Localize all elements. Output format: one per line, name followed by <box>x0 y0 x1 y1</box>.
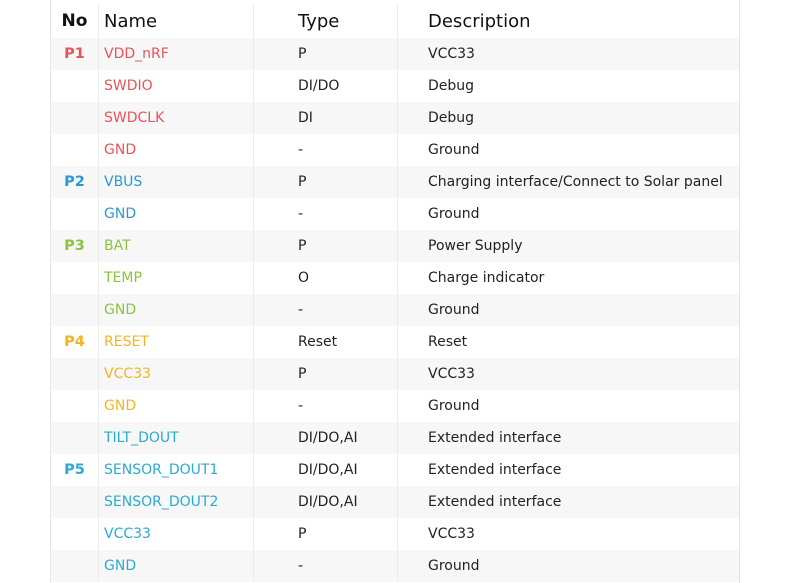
pin-group-label <box>51 198 99 230</box>
pin-group-label: P4 <box>51 326 99 358</box>
table-row: P5 SENSOR_DOUT1 DI/DO,AI Extended interface <box>51 454 739 486</box>
table-row: VCC33 P VCC33 <box>51 358 739 390</box>
pin-name: GND <box>99 390 254 422</box>
table-row: SENSOR_DOUT2 DI/DO,AI Extended interface <box>51 486 739 518</box>
pin-type: DI/DO <box>254 70 398 102</box>
pin-group-label <box>51 134 99 166</box>
table-row: VCC33 P VCC33 <box>51 518 739 550</box>
pin-type: P <box>254 358 398 390</box>
pin-type: - <box>254 134 398 166</box>
header-name: Name <box>99 4 254 38</box>
table-row: P3 BAT P Power Supply <box>51 230 739 262</box>
pin-name: VCC33 <box>99 358 254 390</box>
table-row: GND - Ground <box>51 294 739 326</box>
table-row: GND - Ground <box>51 198 739 230</box>
table-row: GND - Ground <box>51 134 739 166</box>
pin-type: P <box>254 38 398 70</box>
pin-name: GND <box>99 134 254 166</box>
pin-group-label <box>51 70 99 102</box>
pin-type: - <box>254 550 398 582</box>
pin-description: Debug <box>428 78 475 94</box>
pin-group-label <box>51 518 99 550</box>
pin-group-label <box>51 294 99 326</box>
table-header: No Name Type Description <box>51 0 739 38</box>
pin-group-label <box>51 486 99 518</box>
pin-name: VDD_nRF <box>99 38 254 70</box>
pin-description: Ground <box>428 398 480 414</box>
pin-type: DI/DO,AI <box>254 454 398 486</box>
pin-description: Reset <box>428 334 468 350</box>
pin-description: Extended interface <box>428 430 562 446</box>
pin-type: - <box>254 198 398 230</box>
pin-name: SENSOR_DOUT1 <box>99 454 254 486</box>
table-row: GND - Ground <box>51 550 739 582</box>
pin-group-label: P5 <box>51 454 99 486</box>
pin-description: Extended interface <box>428 494 562 510</box>
header-no: No <box>51 4 99 38</box>
pin-name: SWDIO <box>99 70 254 102</box>
pin-name: GND <box>99 294 254 326</box>
pin-type: Reset <box>254 326 398 358</box>
table-row: SWDIO DI/DO Debug <box>51 70 739 102</box>
header-description: Description <box>428 10 531 32</box>
pin-name: VBUS <box>99 166 254 198</box>
pin-name: RESET <box>99 326 254 358</box>
pin-type: DI/DO,AI <box>254 486 398 518</box>
pin-group-label: P2 <box>51 166 99 198</box>
pin-description: Ground <box>428 142 480 158</box>
table-row: GND - Ground <box>51 390 739 422</box>
pin-group-label: P1 <box>51 38 99 70</box>
header-type: Type <box>254 4 398 38</box>
pin-group-label <box>51 358 99 390</box>
pin-description: Charging interface/Connect to Solar pane… <box>428 174 723 190</box>
pin-name: GND <box>99 550 254 582</box>
pin-name: TILT_DOUT <box>99 422 254 454</box>
pin-group-label <box>51 550 99 582</box>
pin-description: VCC33 <box>428 526 475 542</box>
table-row: SWDCLK DI Debug <box>51 102 739 134</box>
pin-name: SENSOR_DOUT2 <box>99 486 254 518</box>
pin-group-label <box>51 262 99 294</box>
table-row: TILT_DOUT DI/DO,AI Extended interface <box>51 422 739 454</box>
pin-description: Charge indicator <box>428 270 545 286</box>
table-row: TEMP O Charge indicator <box>51 262 739 294</box>
pin-description: VCC33 <box>428 46 475 62</box>
pin-description: Debug <box>428 110 475 126</box>
pin-name: GND <box>99 198 254 230</box>
pin-type: DI/DO,AI <box>254 422 398 454</box>
pin-group-label: P3 <box>51 230 99 262</box>
pin-description: Ground <box>428 302 480 318</box>
pin-type: - <box>254 390 398 422</box>
pin-type: - <box>254 294 398 326</box>
pin-description: Ground <box>428 558 480 574</box>
pin-type: P <box>254 518 398 550</box>
pin-table: No Name Type Description P1 VDD_nRF P VCC33… <box>50 0 740 583</box>
pin-description: Ground <box>428 206 480 222</box>
pin-name: BAT <box>99 230 254 262</box>
pin-description: Extended interface <box>428 462 562 478</box>
pin-group-label <box>51 102 99 134</box>
pin-group-label <box>51 390 99 422</box>
pin-description: VCC33 <box>428 366 475 382</box>
pin-description: Power Supply <box>428 238 523 254</box>
pin-type: DI <box>254 102 398 134</box>
pin-type: P <box>254 166 398 198</box>
table-row: P2 VBUS P Charging interface/Connect to Sol… <box>51 166 739 198</box>
table-body: P1 VDD_nRF P VCC33 SWDIO DI/DO Debug SWDCLK DI De… <box>51 38 739 582</box>
pin-name: TEMP <box>99 262 254 294</box>
pin-type: P <box>254 230 398 262</box>
pin-name: VCC33 <box>99 518 254 550</box>
pin-name: SWDCLK <box>99 102 254 134</box>
table-row: P1 VDD_nRF P VCC33 <box>51 38 739 70</box>
pin-group-label <box>51 422 99 454</box>
table-row: P4 RESET Reset Reset <box>51 326 739 358</box>
pin-type: O <box>254 262 398 294</box>
